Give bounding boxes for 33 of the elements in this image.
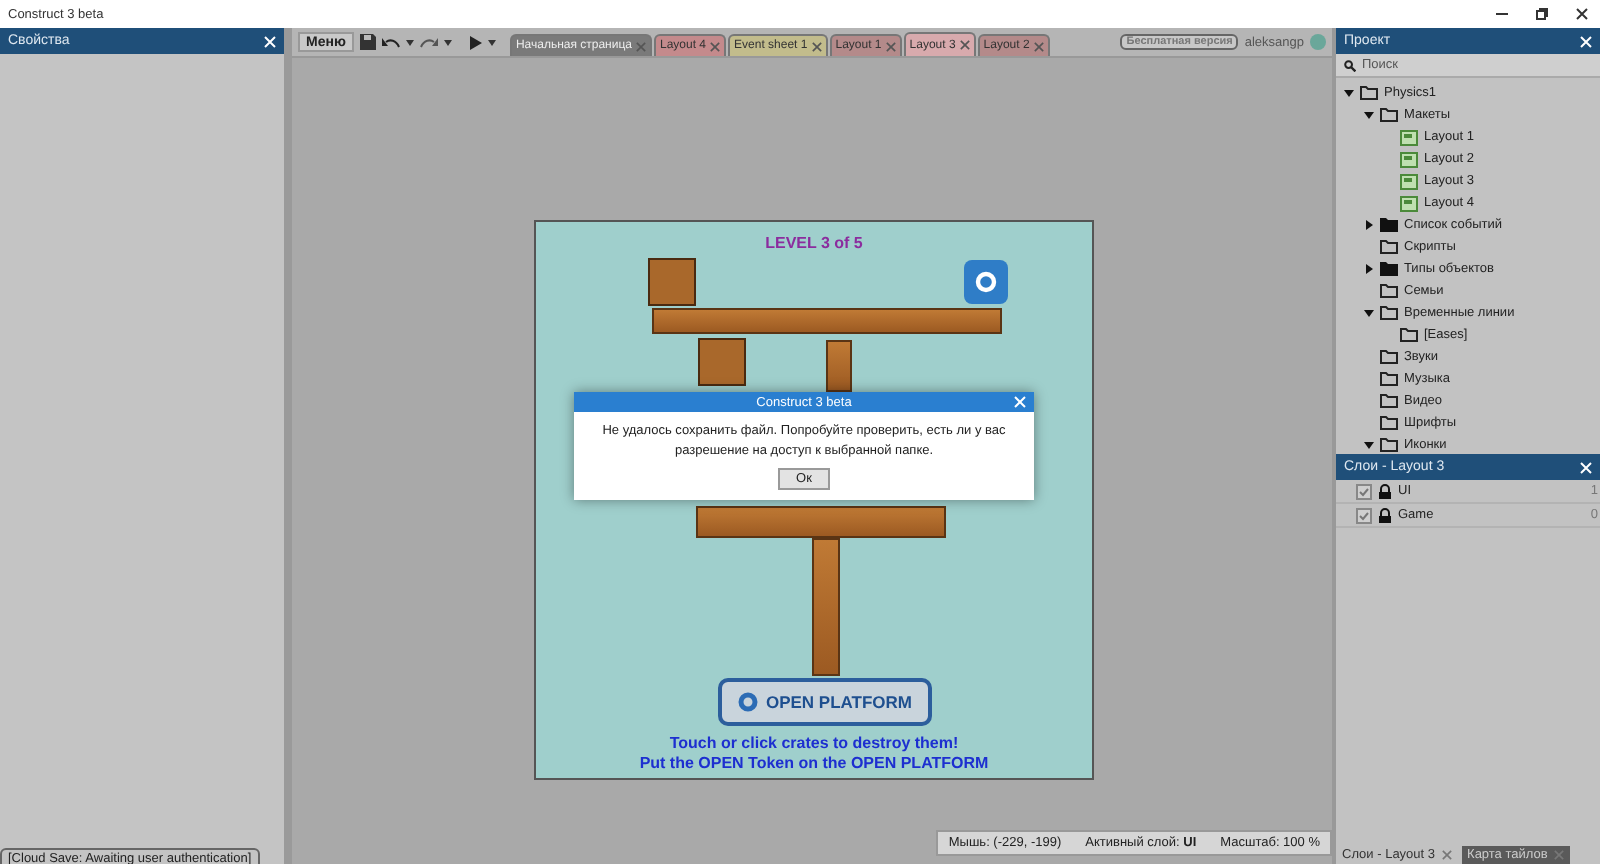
minimize-icon[interactable] (1496, 8, 1508, 20)
search-icon (1344, 59, 1356, 71)
collapsed-arrow-icon[interactable] (1364, 220, 1374, 230)
layout-icon (1400, 129, 1418, 145)
crate (648, 258, 696, 306)
undo-icon[interactable] (381, 36, 400, 48)
lock-icon[interactable] (1378, 483, 1392, 499)
layout-icon (1400, 151, 1418, 167)
collapsed-arrow-icon[interactable] (1364, 264, 1374, 274)
expanded-arrow-icon[interactable] (1364, 308, 1374, 318)
redo-icon[interactable] (419, 36, 438, 48)
expanded-arrow-icon[interactable] (1364, 440, 1374, 450)
caret-icon[interactable] (443, 39, 452, 45)
layout-icon (1400, 173, 1418, 189)
visibility-checkbox[interactable] (1356, 483, 1372, 499)
expanded-arrow-icon[interactable] (1344, 88, 1354, 98)
plank (826, 340, 852, 392)
close-icon[interactable] (1576, 8, 1588, 20)
visibility-checkbox[interactable] (1356, 507, 1372, 523)
hint-text: Put the OPEN Token on the OPEN PLATFORM (637, 754, 991, 772)
level-text: LEVEL 3 of 5 (763, 234, 865, 252)
crate (698, 338, 746, 386)
play-icon[interactable] (469, 35, 482, 49)
caret-icon[interactable] (487, 39, 496, 45)
layout-icon (1400, 195, 1418, 211)
restore-icon[interactable] (1536, 8, 1548, 20)
caret-icon[interactable] (405, 39, 414, 45)
expanded-arrow-icon[interactable] (1364, 110, 1374, 120)
token-icon (964, 260, 1008, 304)
save-icon[interactable] (359, 34, 376, 50)
lock-icon[interactable] (1378, 507, 1392, 523)
platform-icon (737, 692, 758, 712)
hint-text: Touch or click crates to destroy them! (667, 734, 961, 752)
